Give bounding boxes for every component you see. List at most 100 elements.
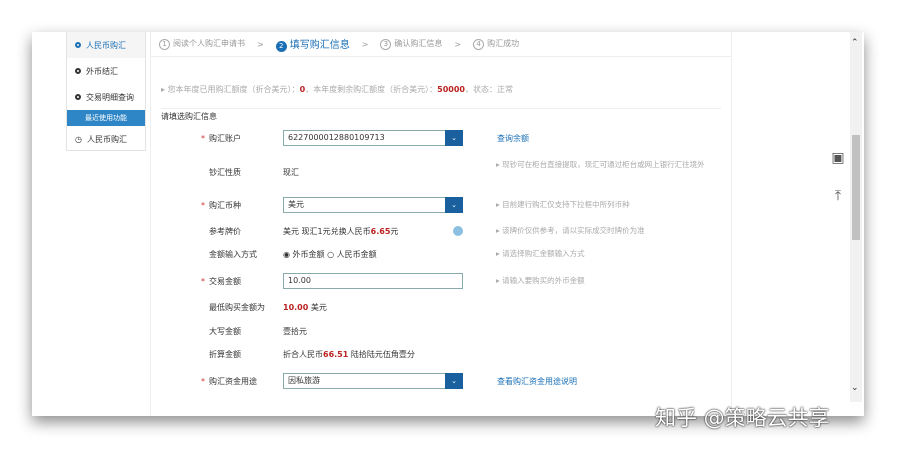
rate-text: 元 [390, 226, 399, 236]
chevron-right-icon: > [454, 39, 462, 49]
row-converted: 折算金额 折合人民币66.51 陆拾陆元伍角壹分 [151, 345, 731, 363]
hint-text: 请输入要购买的外币金额 [502, 276, 585, 285]
chevron-down-icon[interactable]: ⌄ [445, 130, 463, 146]
contact-card-icon[interactable]: ▣ [828, 150, 848, 170]
field-value: 折合人民币66.51 陆拾陆元伍角壹分 [283, 349, 415, 360]
step-4: 4 购汇成功 [473, 38, 519, 50]
radio-rmb[interactable]: ○ 人民币金额 [327, 250, 377, 259]
sidebar-item-transactions[interactable]: 交易明细查询 [67, 84, 145, 110]
quota-info: ▸ 您本年度已用购汇额度（折合美元）：0，本年度剩余购汇额度（折合美元）：500… [161, 85, 513, 94]
recent-item-rmb-purchase[interactable]: ◷ 人民币购汇 [67, 126, 145, 152]
step-indicator: 1 阅读个人购汇申请书 > 2 填写购汇信息 > 3 确认购汇信息 > 4 购汇成功 [151, 32, 731, 57]
query-balance-link[interactable]: 查询余额 [497, 133, 529, 144]
scroll-down-icon[interactable]: ⌄ [851, 383, 859, 393]
select-value: 因私旅游 [288, 376, 320, 385]
step-2: 2 填写购汇信息 [275, 36, 350, 52]
hint: ▸ 请选择购汇金额输入方式 [496, 249, 585, 258]
sidebar-label: 外币结汇 [86, 66, 118, 76]
scrollbar-thumb[interactable] [852, 135, 860, 240]
step-3: 3 确认购汇信息 [380, 38, 442, 50]
mode-radios: ◉ 外币金额 ○ 人民币金额 [283, 249, 377, 260]
chevron-down-icon[interactable]: ⌄ [445, 373, 463, 389]
step-number: 2 [275, 41, 287, 52]
clock-icon: ◷ [75, 134, 82, 144]
back-to-top-icon[interactable]: ⤒ [828, 188, 848, 208]
rate-text: 美元 现汇1元兑换人民币 [283, 226, 371, 236]
step-number: 3 [380, 39, 392, 50]
hint: ▸ 现钞可在柜台直接提取，现汇可通过柜台或网上银行汇往境外 [496, 160, 705, 169]
hint: ▸ 该牌价仅供参考，请以实际成交时牌价为准 [496, 226, 645, 235]
hint-text: 目前建行购汇仅支持下拉框中所列币种 [502, 200, 630, 209]
purpose-select[interactable]: 因私旅游 ⌄ [283, 373, 463, 389]
conv-text: 陆拾陆元伍角壹分 [350, 349, 415, 359]
watermark: 知乎 @策略云共享 [655, 406, 830, 430]
recent-functions-header: 最近使用功能 [67, 110, 145, 126]
currency-select[interactable]: 美元 ⌄ [283, 197, 463, 213]
purpose-info-link[interactable]: 查看购汇资金用途说明 [497, 376, 577, 387]
step-number: 4 [473, 39, 485, 50]
required-mark: * [201, 276, 205, 286]
radio-foreign[interactable]: ◉ 外币金额 [283, 250, 325, 259]
chevron-right-icon: > [361, 39, 369, 49]
step-label: 确认购汇信息 [394, 39, 443, 48]
quota-text: ，本年度剩余购汇额度（折合美元）： [305, 85, 438, 94]
hint-text: 请选择购汇金额输入方式 [502, 249, 585, 258]
rate-value: 6.65 [370, 226, 391, 236]
step-number: 1 [159, 39, 170, 50]
field-label: 折算金额 [209, 349, 241, 359]
field-value: 10.00 美元 [283, 302, 327, 313]
row-rate: 参考牌价 美元 现汇1元兑换人民币6.65元 ▸ 该牌价仅供参考，请以实际成交时… [151, 222, 731, 240]
input-value: 10.00 [288, 276, 311, 285]
required-mark: * [201, 376, 205, 386]
account-select[interactable]: 6227000012880109713 ⌄ [283, 130, 463, 146]
hint-text: 现钞可在柜台直接提取，现汇可通过柜台或网上银行汇往境外 [502, 160, 705, 169]
row-account: * 购汇账户 6227000012880109713 ⌄ 查询余额 [151, 129, 731, 147]
main-content: 1 阅读个人购汇申请书 > 2 填写购汇信息 > 3 确认购汇信息 > 4 购汇成功 ▸ 您本… [150, 32, 732, 416]
field-label: 交易金额 [209, 276, 241, 286]
sidebar-label: 人民币购汇 [86, 134, 127, 144]
row-currency: * 购汇币种 美元 ⌄ ▸ 目前建行购汇仅支持下拉框中所列币种 [151, 196, 731, 214]
field-label: 购汇账户 [209, 133, 241, 143]
hint: ▸ 目前建行购汇仅支持下拉框中所列币种 [496, 200, 630, 209]
row-nature: 钞汇性质 现汇 ▸ 现钞可在柜台直接提取，现汇可通过柜台或网上银行汇往境外 [151, 160, 731, 181]
row-mode: 金额输入方式 ◉ 外币金额 ○ 人民币金额 ▸ 请选择购汇金额输入方式 [151, 245, 731, 263]
conv-value: 66.51 [323, 349, 349, 359]
bullet-icon [75, 42, 81, 48]
chevron-down-icon[interactable]: ⌄ [445, 197, 463, 213]
row-purpose: * 购汇资金用途 因私旅游 ⌄ 查看购汇资金用途说明 [151, 372, 731, 390]
field-label: 金额输入方式 [209, 249, 257, 259]
hint: ▸ 请输入要购买的外币金额 [496, 276, 585, 285]
field-label: 钞汇性质 [209, 167, 241, 177]
scroll-up-icon[interactable]: ⌃ [851, 38, 859, 48]
required-mark: * [201, 200, 205, 210]
quota-text: 您本年度已用购汇额度（折合美元）： [167, 85, 300, 94]
field-value: 壹拾元 [283, 326, 307, 336]
sidebar-label: 人民币购汇 [86, 40, 126, 50]
row-min: 最低购买金额为 10.00 美元 [151, 298, 731, 316]
sidebar-item-rmb-purchase[interactable]: 人民币购汇 [67, 32, 145, 58]
field-label: 最低购买金额为 [209, 302, 265, 312]
conv-text: 折合人民币 [283, 349, 323, 359]
row-amount: * 交易金额 10.00 ▸ 请输入要购买的外币金额 [151, 272, 731, 290]
amount-input[interactable]: 10.00 [283, 273, 463, 289]
field-label: 参考牌价 [209, 226, 241, 236]
field-label: 购汇币种 [209, 200, 241, 210]
radio-label: 人民币金额 [336, 249, 377, 259]
field-label: 大写金额 [209, 326, 241, 336]
select-value: 6227000012880109713 [288, 133, 385, 142]
row-upper: 大写金额 壹拾元 [151, 322, 731, 340]
min-amount: 10.00 [283, 302, 309, 312]
chevron-right-icon: > [257, 39, 264, 49]
required-mark: * [201, 133, 205, 143]
min-unit: 美元 [310, 302, 327, 312]
sidebar-label: 交易明细查询 [86, 92, 134, 102]
quota-remaining: 50000 [437, 85, 465, 94]
step-label: 填写购汇信息 [289, 40, 350, 51]
refresh-icon[interactable] [453, 226, 463, 236]
radio-label: 外币金额 [292, 249, 325, 259]
hint-text: 该牌价仅供参考，请以实际成交时牌价为准 [502, 226, 645, 235]
field-value: 美元 现汇1元兑换人民币6.65元 [283, 226, 398, 237]
field-label: 购汇资金用途 [209, 376, 257, 386]
sidebar: 人民币购汇 外币结汇 交易明细查询 最近使用功能 ◷ 人民币购汇 [66, 32, 146, 151]
sidebar-item-fx-settlement[interactable]: 外币结汇 [67, 58, 145, 84]
